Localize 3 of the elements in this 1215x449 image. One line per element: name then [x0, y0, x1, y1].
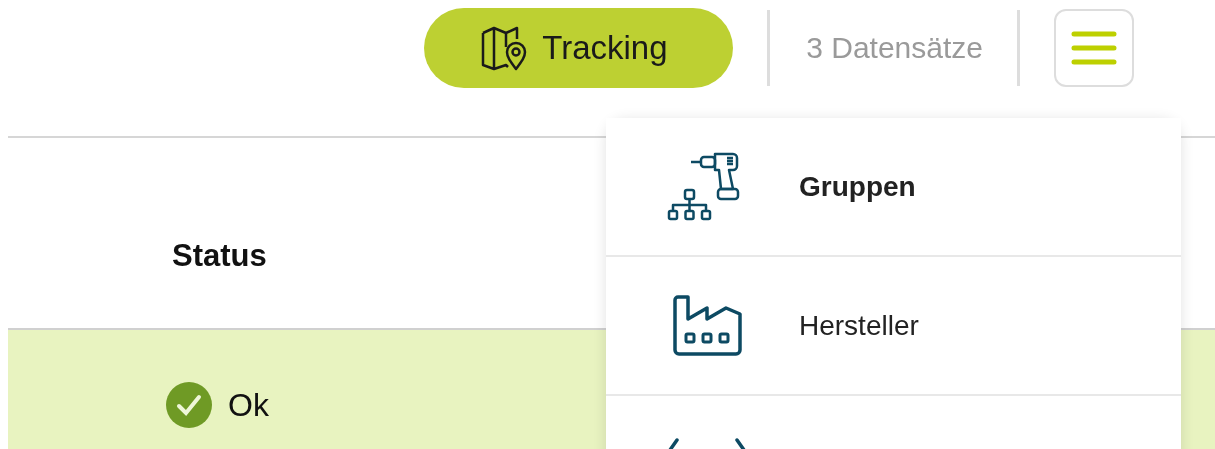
status-text: Ok — [228, 386, 269, 424]
column-header: Status — [172, 238, 267, 274]
record-count: 3 Datensätze — [806, 30, 983, 65]
